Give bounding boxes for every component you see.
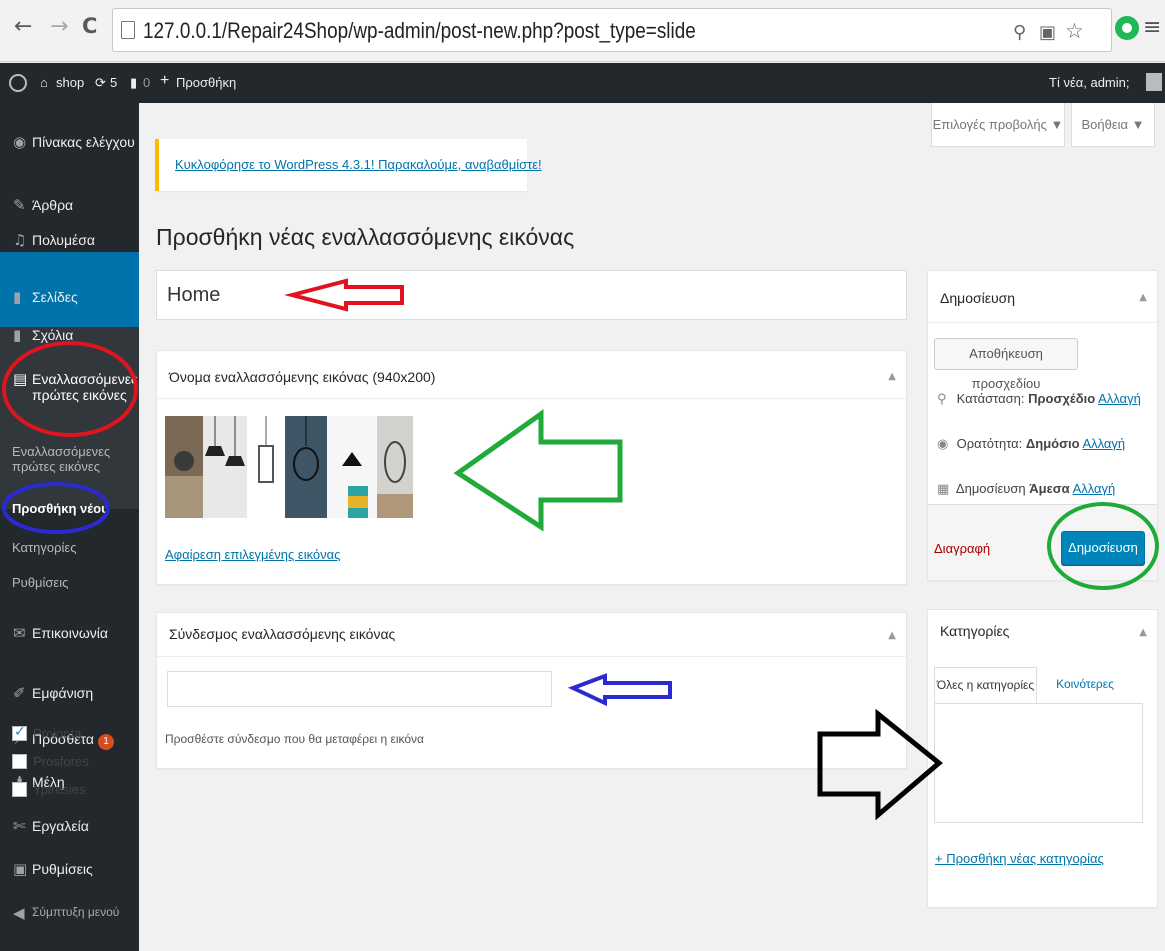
title-input[interactable] <box>156 270 907 320</box>
pin-icon: ✎ <box>13 196 26 214</box>
publish-box-title: Δημοσίευση <box>940 290 1016 306</box>
admin-bar: ⌂ shop ⟳ 5 ▮ 0 + Προσθήκη Τί νέα, admin; <box>0 63 1165 103</box>
tab-all-categories[interactable]: Όλες η κατηγορίες <box>934 667 1037 703</box>
sidebar-item-label: Σελίδες <box>32 289 78 305</box>
update-badge: 1 <box>97 734 114 750</box>
help-tab[interactable]: Βοήθεια ▼ <box>1071 103 1155 147</box>
sidebar-item-label: Πίνακας ελέγχου <box>32 134 135 150</box>
categories-box-title: Κατηγορίες <box>940 623 1010 639</box>
publish-box-header[interactable]: Δημοσίευση ▲ <box>928 271 1157 323</box>
sidebar-item-label: Εναλλασσόμενες πρώτες εικόνες <box>32 371 138 403</box>
calendar-icon: ▦ <box>937 482 950 497</box>
brush-icon: ✐ <box>13 684 26 702</box>
update-notice-link[interactable]: Κυκλοφόρησε το WordPress 4.3.1! Παρακαλο… <box>175 157 542 172</box>
avatar[interactable] <box>1146 73 1162 91</box>
zoom-icon[interactable]: ⚲ <box>1013 22 1026 43</box>
sidebar-item-label: Ρυθμίσεις <box>32 861 93 877</box>
toggle-arrow-icon[interactable]: ▲ <box>888 371 896 382</box>
slide-link-input[interactable] <box>167 671 552 707</box>
pin-icon: ⚲ <box>937 392 947 407</box>
category-checklist <box>934 703 1143 823</box>
comment-icon[interactable]: ▮ <box>130 75 137 91</box>
sidebar-item-label: Άρθρα <box>32 197 74 213</box>
dashboard-icon: ◉ <box>13 133 27 151</box>
slide-link-box-header[interactable]: Σύνδεσμος εναλλασσόμενης εικόνας ▲ <box>157 613 906 657</box>
save-draft-button[interactable]: Αποθήκευση προσχεδίου <box>934 338 1078 391</box>
sidebar-item-label: Επικοινωνία <box>32 625 108 641</box>
slides-icon: ▤ <box>13 370 28 388</box>
sidebar-item-label: Σχόλια <box>32 327 74 343</box>
address-bar[interactable]: 127.0.0.1/Repair24Shop/wp-admin/post-new… <box>112 8 1112 52</box>
checkbox[interactable] <box>12 754 27 769</box>
edit-timestamp-link[interactable]: Αλλαγή <box>1073 481 1116 496</box>
updates-count[interactable]: 5 <box>110 75 117 90</box>
admin-bar-site[interactable]: shop <box>56 75 84 90</box>
translate-icon[interactable]: ▣ <box>1039 22 1056 43</box>
slide-image-preview[interactable] <box>165 416 413 518</box>
post-status: ⚲ Κατάσταση: Προσχέδιο Αλλαγή <box>937 391 1141 407</box>
back-icon[interactable]: ← <box>14 14 32 39</box>
eye-icon: ◉ <box>937 437 949 452</box>
toggle-arrow-icon[interactable]: ▲ <box>1139 627 1147 638</box>
add-new-category-link[interactable]: + Προσθήκη νέας κατηγορίας <box>935 851 1104 866</box>
toggle-arrow-icon[interactable]: ▲ <box>888 630 896 641</box>
comment-icon: ▮ <box>13 326 22 344</box>
submenu-settings[interactable]: Ρυθμίσεις <box>12 575 68 590</box>
forward-icon[interactable]: → <box>50 14 68 39</box>
screen-options-tab[interactable]: Επιλογές προβολής ▼ <box>931 103 1065 147</box>
page-icon: ▮ <box>13 288 22 306</box>
slide-link-help: Προσθέστε σύνδεσμο που θα μεταφέρει η ει… <box>165 732 424 746</box>
mail-icon: ✉ <box>13 624 26 642</box>
updates-icon[interactable]: ⟳ <box>95 75 106 91</box>
wordpress-logo-icon[interactable] <box>9 74 27 92</box>
admin-greeting[interactable]: Τί νέα, admin; <box>1049 75 1130 90</box>
media-icon: ♫ <box>13 231 27 249</box>
browser-menu-icon[interactable]: ≡ <box>1143 15 1161 40</box>
extension-icon[interactable] <box>1115 16 1139 40</box>
checkbox[interactable] <box>12 782 27 797</box>
edit-visibility-link[interactable]: Αλλαγή <box>1082 436 1125 451</box>
category-item[interactable]: Ypiresies <box>12 782 86 797</box>
post-publish-time: ▦ Δημοσίευση Άμεσα Αλλαγή <box>937 481 1116 497</box>
post-visibility: ◉ Ορατότητα: Δημόσιο Αλλαγή <box>937 436 1126 452</box>
settings-icon: ▣ <box>13 860 28 878</box>
remove-image-link[interactable]: Αφαίρεση επιλεγμένης εικόνας <box>165 546 340 564</box>
submenu-all-slides[interactable]: Εναλλασσόμενες πρώτες εικόνες <box>12 444 122 474</box>
submenu-add-new[interactable]: Προσθήκη νέου <box>12 501 109 516</box>
home-icon: ⌂ <box>40 75 48 90</box>
slide-image-box-title: Όνομα εναλλασσόμενης εικόνας (940x200) <box>169 369 436 385</box>
browser-toolbar: ← → C 127.0.0.1/Repair24Shop/wp-admin/po… <box>0 0 1165 62</box>
delete-link[interactable]: Διαγραφή <box>934 541 990 556</box>
comments-count[interactable]: 0 <box>143 75 150 90</box>
sidebar-submenu <box>0 327 139 509</box>
tab-popular-categories[interactable]: Κοινότερες <box>1040 667 1130 703</box>
bookmark-star-icon[interactable]: ☆ <box>1065 19 1084 43</box>
collapse-icon: ◀ <box>13 904 25 922</box>
checkbox[interactable] <box>12 724 27 741</box>
plus-icon[interactable]: + <box>160 72 169 90</box>
admin-bar-new[interactable]: Προσθήκη <box>176 75 236 90</box>
sidebar-item-label: Εργαλεία <box>32 818 89 834</box>
category-item[interactable]: Prosfores <box>12 754 89 769</box>
toggle-arrow-icon[interactable]: ▲ <box>1139 292 1147 303</box>
page-icon <box>121 21 135 39</box>
submenu-categories[interactable]: Κατηγορίες <box>12 540 76 555</box>
sidebar-item-label: Σύμπτυξη μενού <box>32 905 120 919</box>
url-text: 127.0.0.1/Repair24Shop/wp-admin/post-new… <box>143 18 696 43</box>
wrench-icon: ✄ <box>13 817 26 835</box>
sidebar-item-label: Εμφάνιση <box>32 685 94 701</box>
slide-image-box-header[interactable]: Όνομα εναλλασσόμενης εικόνας (940x200) ▲ <box>157 351 906 399</box>
reload-icon[interactable]: C <box>82 14 97 38</box>
publish-button[interactable]: Δημοσίευση <box>1061 531 1145 565</box>
page-title: Προσθήκη νέας εναλλασσόμενης εικόνας <box>156 224 575 250</box>
category-item[interactable]: Proionta <box>12 724 81 741</box>
edit-status-link[interactable]: Αλλαγή <box>1098 391 1141 406</box>
slide-link-box-title: Σύνδεσμος εναλλασσόμενης εικόνας <box>169 626 396 642</box>
sidebar-item-label: Πολυμέσα <box>32 232 95 248</box>
categories-box-header[interactable]: Κατηγορίες ▲ <box>928 610 1157 654</box>
update-notice: Κυκλοφόρησε το WordPress 4.3.1! Παρακαλο… <box>155 139 542 191</box>
